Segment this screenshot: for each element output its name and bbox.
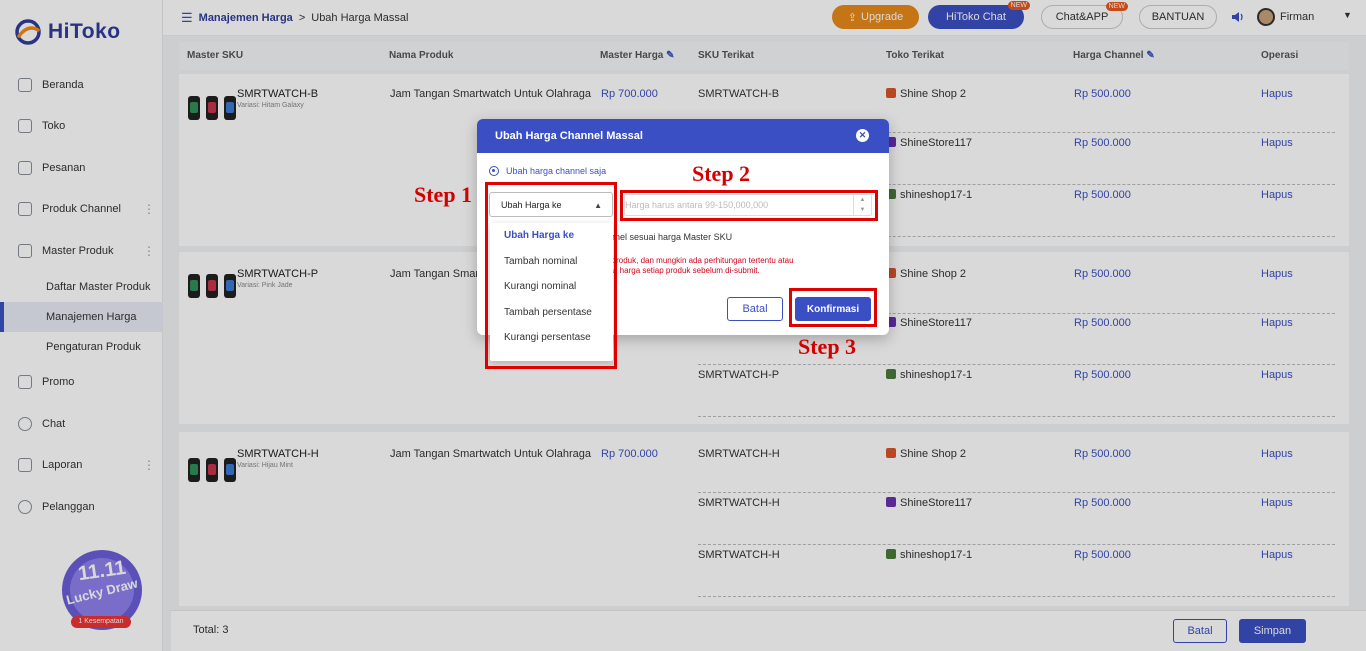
modal-title: Ubah Harga Channel Massal — [495, 130, 643, 142]
radio-selected-icon — [489, 166, 499, 176]
step1-label: Step 1 — [414, 182, 473, 207]
step1-highlight — [485, 182, 617, 369]
close-icon[interactable]: ✕ — [856, 129, 869, 142]
step2-label: Step 2 — [692, 161, 751, 186]
radio-option[interactable]: Ubah harga channel saja — [489, 166, 606, 176]
master-sku-option-text: annel sesuai harga Master SKU — [605, 232, 733, 242]
step3-highlight — [789, 288, 877, 327]
step2-highlight — [620, 190, 878, 221]
radio-label: Ubah harga channel saja — [506, 166, 607, 176]
modal-header: Ubah Harga Channel Massal ✕ — [477, 119, 889, 153]
step3-label: Step 3 — [798, 334, 857, 359]
warning-text: a produk, dan mungkin ada perhitungan te… — [605, 256, 794, 275]
modal-cancel-button[interactable]: Batal — [727, 297, 783, 321]
